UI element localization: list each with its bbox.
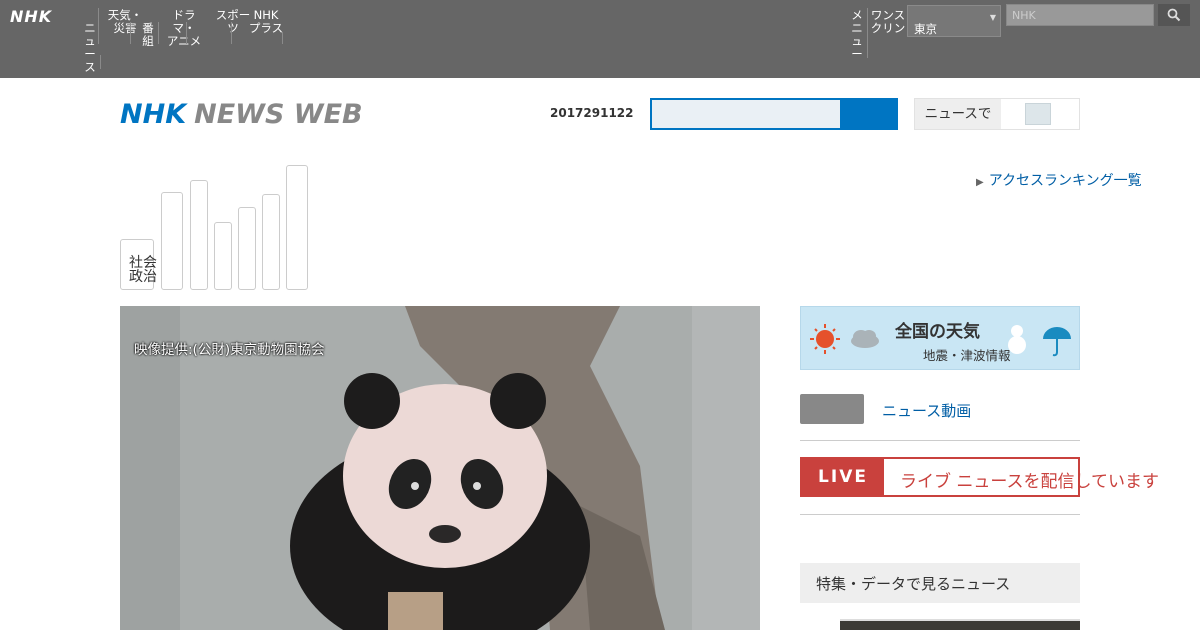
region-select-value: 東京 — [914, 22, 937, 36]
global-search-button[interactable] — [1158, 4, 1190, 26]
gnav-menu-label: メニ ュー — [851, 8, 863, 61]
category-bar[interactable] — [161, 192, 183, 290]
search-icon — [1167, 8, 1181, 22]
video-button[interactable] — [800, 394, 864, 424]
gnav-divider — [100, 55, 101, 69]
gnav-item-news[interactable]: ニュ ース — [82, 22, 98, 74]
category-bar[interactable] — [190, 180, 208, 290]
gnav-divider — [98, 8, 99, 44]
gnav-item-oneclick[interactable]: ワンス クリン — [870, 9, 906, 35]
category-bar[interactable] — [262, 194, 280, 290]
global-search-input[interactable]: NHK — [1006, 4, 1154, 26]
gnav-item-menu[interactable]: メニ ュー — [848, 9, 866, 61]
chevron-down-icon: ▼ — [989, 13, 996, 22]
news-toggle-label: ニュースで — [915, 99, 1001, 129]
gnav-divider — [130, 22, 131, 44]
feature-thumbnail[interactable] — [840, 619, 1080, 630]
gnav-drama-label: ドラマ・ アニメ — [166, 8, 202, 48]
section-heading: 特集・データで見るニュース — [800, 563, 1080, 603]
gnav-item-programs[interactable]: 番組 — [139, 22, 157, 48]
gnav-divider — [186, 22, 187, 44]
weather-banner[interactable]: 全国の天気 地震・津波情報 — [800, 306, 1080, 370]
main-story-image[interactable]: 映像提供:(公財)東京動物園協会 — [120, 306, 760, 630]
divider — [800, 514, 1080, 515]
category-bar[interactable] — [214, 222, 232, 290]
divider — [800, 440, 1080, 441]
header-date: 2017291122 — [550, 106, 634, 120]
global-nav-bar: NHK ニュ ース 天気・ 災害 番組 ドラマ・ アニメ スポー ツ NHK プ… — [0, 0, 1200, 78]
gnav-item-drama[interactable]: ドラマ・ アニメ — [162, 9, 206, 48]
gnav-divider — [231, 22, 232, 44]
news-web-logo-nhk: NHK — [120, 99, 187, 130]
gnav-oneclick-label: ワンス クリン — [870, 8, 906, 35]
cloud-icon — [851, 330, 879, 348]
live-text: ライブ ニュースを配信しています — [900, 472, 1160, 492]
news-video-link[interactable]: ニュース動画 — [882, 400, 971, 421]
category-bar[interactable] — [286, 165, 308, 290]
sun-icon — [810, 324, 840, 354]
gnav-news-label: ニュ ース — [84, 21, 96, 74]
weather-subtitle: 地震・津波情報 — [923, 348, 1011, 363]
gnav-divider — [867, 8, 868, 58]
news-toggle[interactable]: ニュースで — [914, 98, 1080, 130]
news-web-logo-text: NEWS WEB — [194, 99, 363, 130]
category-bar[interactable] — [238, 207, 256, 290]
live-banner[interactable]: LIVE ライブ ニュースを配信しています — [800, 457, 1159, 497]
live-tag: LIVE — [802, 459, 884, 495]
nhk-logo[interactable]: NHK — [10, 7, 52, 26]
ranking-link[interactable]: ▶ アクセスランキング一覧 — [976, 170, 1142, 190]
category-label: 社会 政治 — [129, 255, 157, 285]
news-search-button[interactable] — [840, 98, 898, 130]
ranking-link-label: アクセスランキング一覧 — [988, 173, 1142, 189]
gnav-divider — [158, 22, 159, 44]
gnav-programs-label: 番組 — [142, 21, 154, 48]
toggle-switch[interactable] — [1025, 103, 1051, 125]
image-caption: 映像提供:(公財)東京動物園協会 — [134, 342, 325, 358]
gnav-divider — [282, 32, 283, 44]
news-web-logo[interactable]: NHK NEWS WEB — [120, 99, 363, 130]
weather-title: 全国の天気 — [895, 322, 980, 342]
triangle-right-icon: ▶ — [976, 177, 984, 188]
umbrella-icon — [1043, 327, 1071, 357]
region-select[interactable]: 東京 ▼ — [907, 5, 1001, 37]
news-search-input[interactable] — [650, 98, 842, 130]
